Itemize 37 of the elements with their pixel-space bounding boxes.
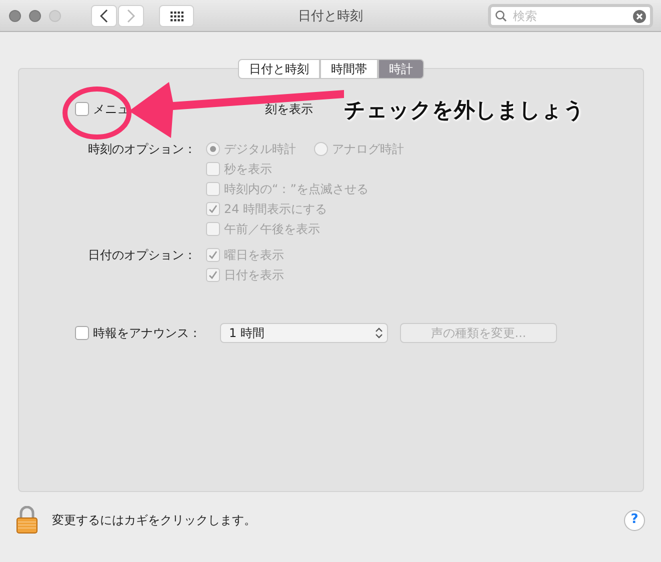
zoom-button[interactable] [49, 10, 61, 22]
checkbox-label: 刻を表示 [265, 101, 313, 118]
checkbox-label: 時刻内の“：”を点滅させる [224, 181, 368, 198]
checkbox[interactable] [75, 326, 89, 340]
search-icon [495, 10, 507, 22]
interval-dropdown[interactable]: 1 時間 [220, 323, 388, 343]
annotation-text: チェックを外しましょう [344, 97, 585, 124]
search-input[interactable]: 検索 [511, 6, 629, 26]
tab[interactable]: 時間帯 [320, 59, 378, 79]
show-all-button[interactable] [159, 5, 194, 27]
option-label: 日付のオプション： [88, 248, 196, 262]
padlock-icon[interactable] [16, 506, 38, 534]
search-field[interactable]: 検索 [488, 4, 653, 28]
radio-label: アナログ時計 [332, 141, 404, 158]
chevron-left-icon [100, 9, 108, 23]
option-label: 時刻のオプション： [88, 142, 196, 156]
lock-message: 変更するにはカギをクリックします。 [52, 512, 257, 529]
checkbox-label: 日付を表示 [224, 267, 284, 284]
clear-button[interactable] [633, 10, 646, 22]
tab[interactable]: 日付と時刻 [238, 59, 320, 79]
close-button[interactable] [9, 10, 21, 22]
window-title: 日付と時刻 [298, 8, 363, 26]
announce-label: 時報をアナウンス： [93, 325, 202, 342]
checkbox[interactable] [75, 102, 89, 116]
checkbox-label: 24 時間表示にする [224, 201, 328, 218]
checkbox-label: 秒を表示 [224, 161, 272, 178]
help-button[interactable]: ? [624, 510, 645, 530]
checkbox-label: 午前／午後を表示 [224, 221, 320, 238]
grid-icon [170, 10, 184, 22]
radio-label: デジタル時計 [224, 141, 296, 158]
checkbox-label: メニュ [93, 101, 129, 118]
checkbox-label: 曜日を表示 [224, 247, 284, 264]
updown-arrows-icon [375, 327, 383, 339]
minimize-button[interactable] [29, 10, 41, 22]
back-button[interactable] [91, 5, 117, 27]
chevron-right-icon [127, 9, 135, 23]
annotation-circle [61, 86, 133, 140]
